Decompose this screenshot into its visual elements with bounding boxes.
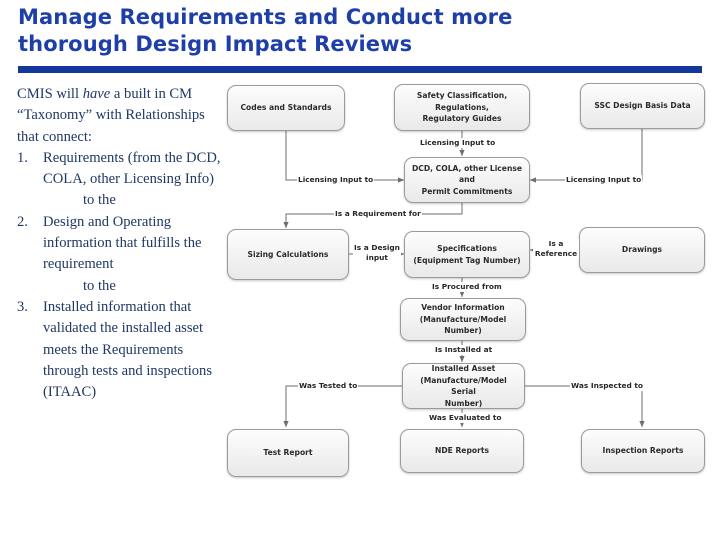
edge-label-line-2: Reference (534, 249, 578, 258)
node-specifications[interactable]: Specifications (Equipment Tag Number) (404, 231, 530, 278)
edge-label-text: Is Procured from (432, 282, 502, 291)
relationship-flow-diagram: Codes and Standards Safety Classificatio… (0, 0, 720, 540)
edge-label-text: Was Inspected to (571, 381, 643, 390)
edge-label-text: Is Installed at (435, 345, 493, 354)
node-label: Test Report (263, 448, 313, 458)
edge-label-line-1: Is a (548, 239, 564, 248)
node-label-line-1: Safety Classification, Regulations, (416, 91, 508, 112)
edge-label-ssc-to-dcd: Licensing Input to (565, 175, 643, 185)
edge-label-vendor-to-asset: Is Installed at (434, 345, 494, 355)
edge-label-asset-to-nde: Was Evaluated to (428, 413, 503, 423)
edge-label-dcd-to-sizing: Is a Requirement for (334, 209, 422, 219)
node-label: Drawings (621, 245, 663, 255)
node-drawings[interactable]: Drawings (579, 227, 705, 273)
edge-label-text: Licensing Input to (420, 138, 496, 147)
node-label-line-2: Regulatory Guides (422, 114, 502, 124)
node-safety-classification[interactable]: Safety Classification, Regulations, Regu… (394, 84, 530, 131)
edge-label-text: Was Evaluated to (429, 413, 502, 422)
edge-label-asset-to-inspection: Was Inspected to (570, 381, 644, 391)
node-label-line-2: (Equipment Tag Number) (413, 255, 521, 265)
node-label: SSC Design Basis Data (594, 101, 691, 111)
edge-label-text: Was Tested to (299, 381, 358, 390)
node-label: NDE Reports (434, 446, 490, 456)
node-nde-reports[interactable]: NDE Reports (400, 429, 524, 473)
node-label-line-1: Specifications (437, 244, 497, 253)
node-sizing-calculations[interactable]: Sizing Calculations (227, 229, 349, 280)
edge-label-sizing-to-specs: Is a Design input (353, 243, 401, 263)
edge-label-codes-to-dcd: Licensing Input to (297, 175, 375, 185)
node-label-line-2: (Manufacture/Model Number) (419, 314, 507, 336)
node-label-line-3: Number) (444, 398, 483, 408)
node-label-line-2: Permit Commitments (421, 186, 513, 196)
edge-label-line-1: Is a Design (354, 243, 400, 252)
edge-label-line-2: input (366, 253, 388, 262)
edge-label-text: Licensing Input to (298, 175, 374, 184)
node-label-line-1: Installed Asset (431, 364, 496, 373)
node-label: Inspection Reports (602, 446, 684, 456)
node-label-line-1: DCD, COLA, other License and (411, 163, 523, 185)
edge-label-text: Is a Requirement for (335, 209, 421, 218)
edge-label-drawings-to-specs: Is a Reference (533, 239, 579, 259)
slide-canvas: Manage Requirements and Conduct more tho… (0, 0, 720, 540)
node-codes-and-standards[interactable]: Codes and Standards (227, 85, 345, 131)
node-label-line-1: Vendor Information (421, 303, 505, 313)
node-label: Codes and Standards (240, 103, 332, 113)
edge-label-specs-to-vendor: Is Procured from (431, 282, 503, 292)
node-label-line-2: (Manufacture/Model Serial (420, 375, 507, 397)
node-label: Sizing Calculations (247, 249, 329, 259)
node-dcd-cola-commitments[interactable]: DCD, COLA, other License and Permit Comm… (404, 157, 530, 203)
node-installed-asset[interactable]: Installed Asset (Manufacture/Model Seria… (402, 363, 525, 409)
edge-label-text: Licensing Input to (566, 175, 642, 184)
node-inspection-reports[interactable]: Inspection Reports (581, 429, 705, 473)
node-ssc-design-basis-data[interactable]: SSC Design Basis Data (580, 83, 705, 129)
edge-label-safety-to-dcd: Licensing Input to (419, 138, 497, 148)
node-vendor-information[interactable]: Vendor Information (Manufacture/Model Nu… (400, 298, 526, 341)
node-test-report[interactable]: Test Report (227, 429, 349, 477)
edge-label-asset-to-test-report: Was Tested to (298, 381, 359, 391)
